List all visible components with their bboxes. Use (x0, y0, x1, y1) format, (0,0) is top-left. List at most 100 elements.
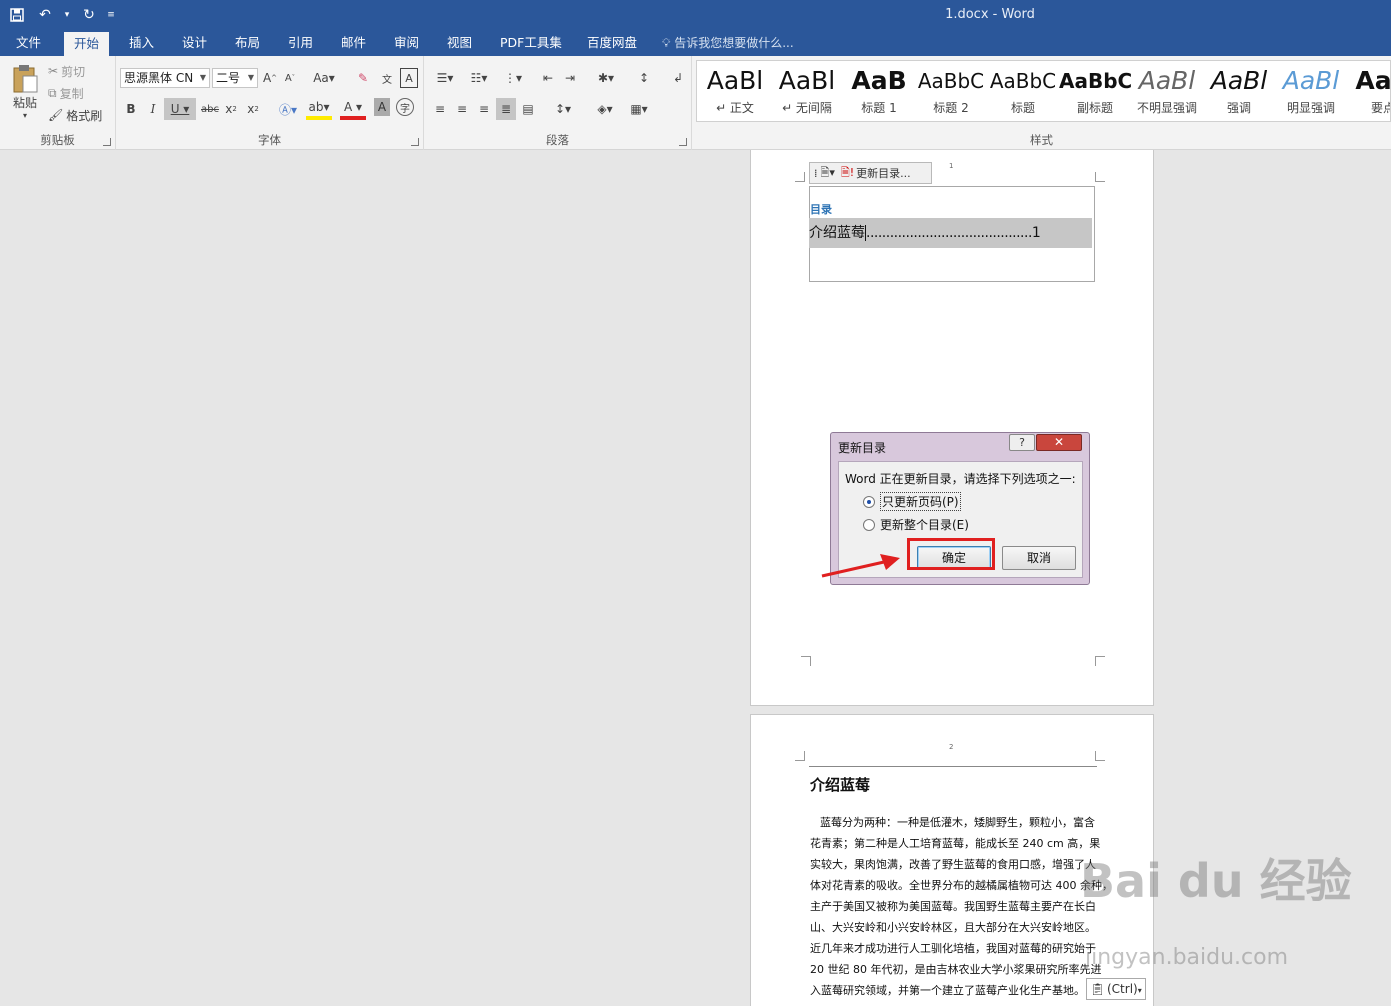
redo-icon[interactable]: ↻ (78, 4, 100, 26)
font-size-value: 二号 (216, 71, 241, 85)
multilevel-list-icon[interactable]: ⋮▾ (498, 68, 528, 88)
paragraph-launcher[interactable] (679, 138, 687, 146)
body-line: 蓝莓分为两种：一种是低灌木，矮脚野生，颗粒小，富含 (820, 816, 1095, 829)
document-icon[interactable]: 🗎︎▾ (821, 164, 835, 183)
style-intense-emphasis[interactable]: AaBl 明显强调 (1275, 61, 1347, 121)
copy-icon: ⧉ (48, 85, 57, 100)
title-bar: ↶ ▾ ↻ ≡ 1.docx - Word (0, 0, 1391, 30)
paste-dropdown-icon[interactable]: ▾ (23, 111, 27, 120)
underline-button[interactable]: U ▾ (164, 98, 196, 120)
tab-layout[interactable]: 布局 (225, 30, 270, 56)
toc-control-tab: ⁞ 🗎︎▾ 🗎! 更新目录... (809, 162, 932, 184)
highlight-icon[interactable]: ab▾ (306, 98, 332, 120)
clipboard-launcher[interactable] (103, 138, 111, 146)
align-left-icon[interactable]: ≡ (430, 98, 450, 120)
bold-button[interactable]: B (122, 98, 140, 120)
font-name-combo[interactable]: 思源黑体 CN ▼ (120, 68, 210, 88)
style-name: ↵ 正文 (716, 101, 754, 115)
paragraph-group: ☰▾ ☷▾ ⋮▾ ⇤ ⇥ ✱▾ ↕ ↲ ≡ ≡ ≡ ≣ ▤ ↕▾ ◈▾ ▦▾ 段… (424, 56, 692, 150)
chevron-down-icon: ▼ (247, 73, 254, 82)
align-right-icon[interactable]: ≡ (474, 98, 494, 120)
style-subtle-emphasis[interactable]: AaBl 不明显强调 (1131, 61, 1203, 121)
tab-review[interactable]: 审阅 (384, 30, 429, 56)
page-corner-mark (795, 751, 805, 761)
toc-entry[interactable]: 介绍蓝莓....................................… (809, 218, 1092, 248)
superscript-button[interactable]: x2 (244, 98, 262, 120)
close-button[interactable]: ✕ (1036, 434, 1082, 451)
copy-button[interactable]: ⧉ 复制 (48, 84, 84, 102)
tab-baidu-netdisk[interactable]: 百度网盘 (577, 30, 647, 56)
tab-mailings[interactable]: 邮件 (331, 30, 376, 56)
cancel-button[interactable]: 取消 (1002, 546, 1076, 570)
clear-formatting-icon[interactable]: ✎ (354, 68, 372, 88)
page-corner-mark (795, 172, 805, 182)
ribbon: 粘贴 ▾ ✂ 剪切 ⧉ 复制 🖌︎ 格式刷 剪贴板 思源黑体 CN ▼ 二号 ▼ A ^ A… (0, 56, 1391, 150)
line-spacing-icon[interactable]: ↕▾ (548, 98, 578, 120)
tab-insert[interactable]: 插入 (119, 30, 164, 56)
chinese-layout-icon[interactable]: ✱▾ (592, 68, 620, 88)
help-button[interactable]: ? (1009, 434, 1035, 451)
toc-entry-page: 1 (1031, 225, 1041, 241)
paste-button[interactable]: 粘贴 ▾ (8, 62, 42, 122)
undo-dropdown-icon[interactable]: ▾ (62, 4, 72, 26)
text-effects-icon[interactable]: Ⓐ▾ (274, 98, 302, 120)
tab-pdf-tools[interactable]: PDF工具集 (490, 30, 572, 56)
style-no-spacing[interactable]: AaBl ↵ 无间隔 (771, 61, 843, 121)
shrink-font-button[interactable]: Aˇ (282, 68, 298, 88)
style-title[interactable]: AaBbC 标题 (987, 61, 1059, 121)
numbering-icon[interactable]: ☷▾ (464, 68, 494, 88)
tab-file[interactable]: 文件 (6, 30, 51, 56)
style-normal[interactable]: AaBl ↵ 正文 (699, 61, 771, 121)
style-heading-2[interactable]: AaBbC 标题 2 (915, 61, 987, 121)
style-subtitle[interactable]: AaBbC 副标题 (1059, 61, 1131, 121)
toc-leader-dots: ........................................… (866, 225, 1032, 241)
style-sample: AaBbC (989, 69, 1057, 93)
grow-font-button[interactable]: A ^ (262, 68, 278, 88)
decrease-indent-icon[interactable]: ⇤ (538, 68, 558, 88)
paste-options-button[interactable]: 📋︎ (Ctrl)▾ (1086, 978, 1146, 1000)
update-toc-button[interactable]: 🗎! 更新目录... (841, 164, 911, 183)
align-center-icon[interactable]: ≡ (452, 98, 472, 120)
show-marks-icon[interactable]: ↲ (668, 68, 688, 88)
tab-home[interactable]: 开始 (64, 32, 110, 56)
tab-design[interactable]: 设计 (172, 30, 217, 56)
drag-handle-icon[interactable]: ⁞ (814, 167, 817, 180)
tab-view[interactable]: 视图 (437, 30, 482, 56)
style-emphasis[interactable]: AaBl 强调 (1203, 61, 1275, 121)
justify-icon[interactable]: ≣ (496, 98, 516, 120)
cut-button[interactable]: ✂ 剪切 (48, 62, 85, 80)
tell-me-box[interactable]: 💡︎ 告诉我您想要做什么... (662, 30, 794, 56)
distributed-icon[interactable]: ▤ (518, 98, 538, 120)
option-entire-table[interactable]: 更新整个目录(E) (863, 516, 969, 533)
increase-indent-icon[interactable]: ⇥ (560, 68, 580, 88)
shading-icon[interactable]: ◈▾ (590, 98, 620, 120)
style-heading-1[interactable]: AaB 标题 1 (843, 61, 915, 121)
borders-icon[interactable]: ▦▾ (624, 98, 654, 120)
radio-unselected-icon[interactable] (863, 518, 875, 531)
bullets-icon[interactable]: ☰▾ (430, 68, 460, 88)
chevron-down-icon: ▾ (1137, 986, 1142, 995)
radio-selected-icon[interactable] (863, 495, 875, 508)
strikethrough-button[interactable]: abc (200, 98, 220, 120)
clipboard-icon: 📋︎ (1090, 982, 1106, 996)
section-title: 介绍蓝莓 (810, 776, 871, 794)
sort-icon[interactable]: ↕ (634, 68, 654, 88)
character-shading-icon[interactable]: A (374, 98, 390, 116)
style-strong[interactable]: AaB 要点 (1347, 61, 1390, 121)
character-border-icon[interactable]: A (400, 68, 418, 88)
subscript-button[interactable]: x2 (222, 98, 240, 120)
font-color-icon[interactable]: A ▾ (340, 98, 366, 120)
italic-button[interactable]: I (144, 98, 162, 120)
tab-references[interactable]: 引用 (278, 30, 323, 56)
font-launcher[interactable] (411, 138, 419, 146)
font-size-combo[interactable]: 二号 ▼ (212, 68, 258, 88)
option-page-numbers-only[interactable]: 只更新页码(P) (863, 492, 961, 511)
format-painter-button[interactable]: 🖌︎ 格式刷 (48, 106, 102, 124)
enclose-characters-icon[interactable]: 字 (396, 98, 414, 116)
undo-icon[interactable]: ↶ (34, 4, 56, 26)
paste-icon (13, 65, 38, 93)
save-icon[interactable] (6, 4, 28, 26)
change-case-button[interactable]: Aa▾ (310, 68, 338, 88)
phonetic-guide-icon[interactable]: 文 (378, 68, 396, 88)
customize-qat-icon[interactable]: ≡ (106, 4, 116, 26)
